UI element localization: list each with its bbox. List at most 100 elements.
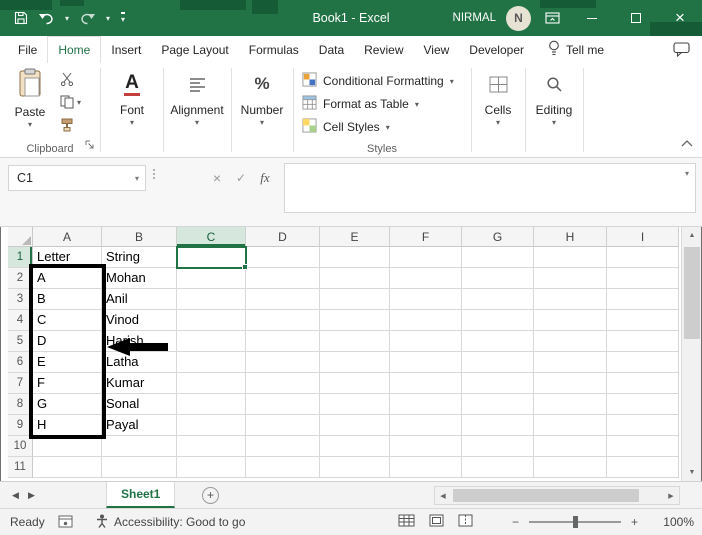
tab-developer[interactable]: Developer [459,36,534,63]
cell-I6[interactable] [607,352,679,373]
cell-H5[interactable] [534,331,607,352]
page-layout-view-icon[interactable] [429,514,444,530]
column-header-C[interactable]: C [177,227,246,247]
cell-C6[interactable] [177,352,246,373]
cell-I5[interactable] [607,331,679,352]
collapse-ribbon-icon[interactable] [681,134,693,152]
column-header-D[interactable]: D [246,227,320,247]
user-name[interactable]: NIRMAL [453,12,496,24]
row-header-10[interactable]: 10 [8,436,33,457]
cell-G2[interactable] [462,268,534,289]
cell-B2[interactable]: Mohan [102,268,177,289]
cell-F9[interactable] [390,415,462,436]
redo-icon[interactable] [80,12,96,25]
sheet-tab-sheet1[interactable]: Sheet1 [106,482,176,508]
cell-E8[interactable] [320,394,390,415]
tell-me[interactable]: Tell me [548,36,604,63]
cell-E5[interactable] [320,331,390,352]
next-sheet-icon[interactable]: ▶ [28,482,35,509]
cell-H2[interactable] [534,268,607,289]
cell-D6[interactable] [246,352,320,373]
cell-G6[interactable] [462,352,534,373]
column-header-F[interactable]: F [390,227,462,247]
comment-icon[interactable] [673,36,690,63]
cell-G8[interactable] [462,394,534,415]
undo-dropdown-icon[interactable]: ▾ [65,14,69,23]
cell-H3[interactable] [534,289,607,310]
cell-G11[interactable] [462,457,534,478]
enter-icon[interactable]: ✓ [230,165,252,191]
cell-D9[interactable] [246,415,320,436]
ribbon-display-options-icon[interactable] [545,11,560,25]
scroll-down-icon[interactable]: ▼ [682,464,702,481]
cell-C10[interactable] [177,436,246,457]
cell-F2[interactable] [390,268,462,289]
cell-D8[interactable] [246,394,320,415]
cell-H6[interactable] [534,352,607,373]
cells-group-button[interactable]: Cells ▾ [472,69,524,127]
cell-E1[interactable] [320,247,390,268]
user-avatar[interactable]: N [506,5,531,31]
cell-D5[interactable] [246,331,320,352]
paste-button[interactable]: Paste ▾ [8,68,52,129]
cell-C2[interactable] [177,268,246,289]
cell-I3[interactable] [607,289,679,310]
cell-E2[interactable] [320,268,390,289]
customize-quick-access-toolbar-icon[interactable]: ▾ [121,12,126,24]
cell-C7[interactable] [177,373,246,394]
cell-B4[interactable]: Vinod [102,310,177,331]
cell-A10[interactable] [33,436,102,457]
cell-H4[interactable] [534,310,607,331]
cell-F1[interactable] [390,247,462,268]
cell-H7[interactable] [534,373,607,394]
vertical-scrollbar[interactable]: ▲ ▼ [681,227,701,481]
conditional-formatting-button[interactable]: Conditional Formatting ▾ [302,70,454,91]
tab-review[interactable]: Review [354,36,413,63]
cell-F3[interactable] [390,289,462,310]
zoom-slider-thumb[interactable] [573,516,579,528]
tab-home[interactable]: Home [47,36,102,63]
maximize-button[interactable] [614,0,658,36]
page-break-preview-icon[interactable] [458,514,473,530]
format-painter-button[interactable] [60,117,81,133]
cell-I10[interactable] [607,436,679,457]
cell-I11[interactable] [607,457,679,478]
font-group-button[interactable]: A Font ▾ [101,69,163,127]
cell-E3[interactable] [320,289,390,310]
cell-E11[interactable] [320,457,390,478]
scroll-up-icon[interactable]: ▲ [682,227,702,244]
cell-E7[interactable] [320,373,390,394]
cell-H10[interactable] [534,436,607,457]
zoom-percentage[interactable]: 100% [650,509,694,535]
scroll-right-icon[interactable]: ▶ [663,487,679,504]
zoom-out-icon[interactable]: − [512,515,519,529]
cell-B3[interactable]: Anil [102,289,177,310]
cell-B7[interactable]: Kumar [102,373,177,394]
column-header-A[interactable]: A [33,227,102,247]
cell-I9[interactable] [607,415,679,436]
cell-styles-button[interactable]: Cell Styles ▾ [302,116,390,137]
cell-I4[interactable] [607,310,679,331]
row-header-11[interactable]: 11 [8,457,33,478]
cell-G10[interactable] [462,436,534,457]
cell-I8[interactable] [607,394,679,415]
cell-G9[interactable] [462,415,534,436]
alignment-group-button[interactable]: Alignment ▾ [164,69,230,127]
cell-H8[interactable] [534,394,607,415]
cell-I1[interactable] [607,247,679,268]
cell-I2[interactable] [607,268,679,289]
macro-record-icon[interactable] [58,515,73,531]
cell-B1[interactable]: String [102,247,177,268]
fill-handle[interactable] [242,264,248,270]
cell-D4[interactable] [246,310,320,331]
horizontal-scrollbar[interactable]: ◀ ▶ [434,486,680,505]
close-button[interactable]: × [658,0,702,36]
cell-D7[interactable] [246,373,320,394]
tab-formulas[interactable]: Formulas [239,36,309,63]
cell-F11[interactable] [390,457,462,478]
cell-G4[interactable] [462,310,534,331]
column-header-G[interactable]: G [462,227,534,247]
add-sheet-button[interactable]: + [202,487,219,504]
column-header-H[interactable]: H [534,227,607,247]
cell-D3[interactable] [246,289,320,310]
